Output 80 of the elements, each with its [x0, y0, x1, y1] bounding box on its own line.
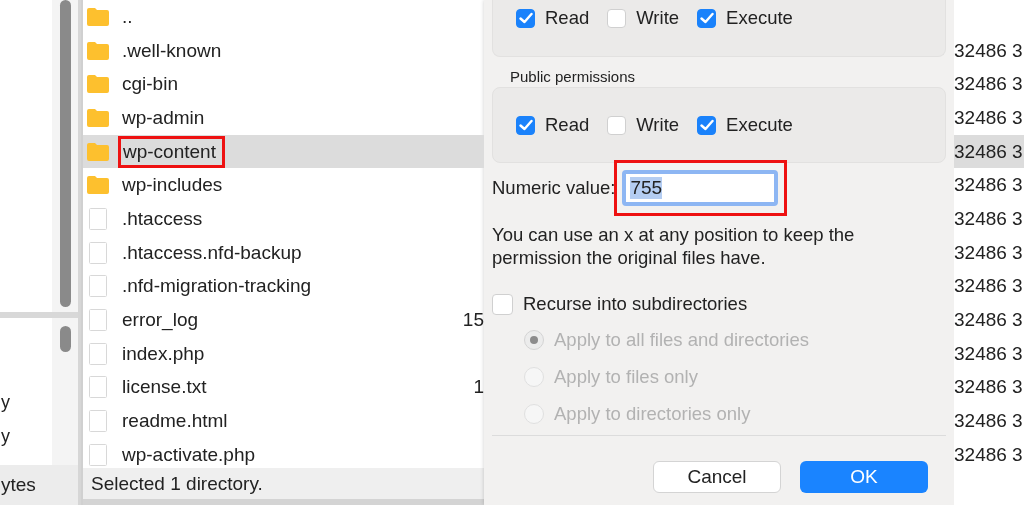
status-text: Selected 1 directory. — [91, 472, 263, 495]
table-cell: 32486 3 — [954, 376, 1023, 399]
file-row[interactable]: wp-includes — [83, 168, 484, 203]
table-cell: 32486 3 — [954, 140, 1023, 163]
file-icon — [87, 309, 109, 332]
ok-button[interactable]: OK — [800, 461, 928, 493]
file-icon — [87, 342, 109, 365]
file-row[interactable]: license.txt 1 — [83, 370, 484, 405]
recurse-checkbox[interactable]: Recurse into subdirectories — [492, 291, 946, 317]
file-size: 15 — [462, 309, 484, 332]
file-name: cgi-bin — [122, 73, 178, 96]
file-name: readme.html — [122, 410, 228, 433]
checkmark-icon — [699, 12, 714, 24]
scrollbar-thumb[interactable] — [59, 326, 71, 352]
file-name: wp-admin — [122, 106, 205, 129]
file-icon — [87, 410, 109, 433]
file-name: .nfd-migration-tracking — [122, 275, 312, 298]
table-cell: 32486 3 — [954, 241, 1023, 264]
status-text: ytes — [1, 474, 36, 496]
table-cell: 32486 3 — [954, 410, 1023, 433]
file-name: wp-content — [123, 140, 216, 162]
folder-icon — [87, 108, 109, 127]
field-label: Numeric value: — [492, 177, 616, 199]
file-name: .well-known — [122, 39, 222, 62]
file-icon — [87, 443, 109, 466]
file-icon — [87, 207, 109, 230]
file-row[interactable]: .. — [83, 0, 484, 34]
table-cell: 32486 3 — [954, 39, 1023, 62]
permission-checkbox[interactable]: Write — [607, 7, 680, 29]
checkmark-icon — [518, 119, 533, 131]
permission-checkbox[interactable]: Read — [516, 7, 590, 29]
file-name: license.txt — [122, 376, 207, 399]
table-cell: 32486 3 — [954, 207, 1023, 230]
table-cell: 32486 3 — [954, 73, 1023, 96]
folder-icon — [87, 7, 109, 26]
file-name: error_log — [122, 309, 199, 332]
file-name: .htaccess.nfd-backup — [122, 241, 302, 264]
file-icon — [87, 376, 109, 399]
list-text: y — [1, 391, 11, 414]
permission-checkbox[interactable]: Read — [516, 114, 590, 136]
cancel-button[interactable]: Cancel — [653, 461, 781, 493]
file-name: .. — [122, 5, 133, 28]
table-cell: 32486 3 — [954, 174, 1023, 197]
numeric-input[interactable]: 755 — [622, 170, 779, 206]
file-name: .htaccess — [122, 207, 203, 230]
file-row[interactable]: wp-content — [83, 134, 484, 169]
file-row[interactable]: wp-activate.php — [83, 437, 484, 468]
permission-checkbox[interactable]: Write — [607, 114, 680, 136]
list-text: y — [1, 425, 11, 448]
file-name: wp-includes — [122, 174, 223, 197]
file-row[interactable]: index.php — [83, 336, 484, 371]
file-row[interactable]: readme.html — [83, 404, 484, 438]
folder-icon — [87, 142, 109, 161]
folder-icon — [87, 176, 109, 195]
table-cell: 32486 3 — [954, 309, 1023, 332]
file-name: index.php — [122, 342, 205, 365]
table-cell: 32486 3 — [954, 443, 1023, 466]
file-row[interactable]: wp-admin — [83, 101, 484, 135]
permission-checkbox[interactable]: Execute — [697, 7, 793, 29]
checkmark-icon — [699, 119, 714, 131]
folder-icon — [87, 41, 109, 60]
file-row[interactable]: error_log 15 — [83, 303, 484, 337]
permission-checkbox[interactable]: Execute — [697, 114, 793, 136]
file-row[interactable]: cgi-bin — [83, 67, 484, 102]
folder-icon — [87, 75, 109, 94]
group-title: Public permissions — [510, 67, 637, 87]
file-size: 1 — [473, 376, 484, 399]
scrollbar-thumb[interactable] — [59, 0, 71, 307]
file-row[interactable]: .htaccess.nfd-backup — [83, 235, 484, 270]
file-name: wp-activate.php — [122, 443, 256, 466]
file-icon — [87, 241, 109, 264]
checkmark-icon — [518, 12, 533, 24]
table-cell: 32486 3 — [954, 275, 1023, 298]
file-row[interactable]: .well-known — [83, 33, 484, 68]
file-row[interactable]: .nfd-migration-tracking — [83, 269, 484, 304]
file-row[interactable]: .htaccess — [83, 202, 484, 236]
table-cell: 32486 3 — [954, 106, 1023, 129]
hint-text: You can use an x at any position to keep the permission the original files have. — [492, 223, 856, 269]
table-cell: 32486 3 — [954, 342, 1023, 365]
file-icon — [87, 275, 109, 298]
